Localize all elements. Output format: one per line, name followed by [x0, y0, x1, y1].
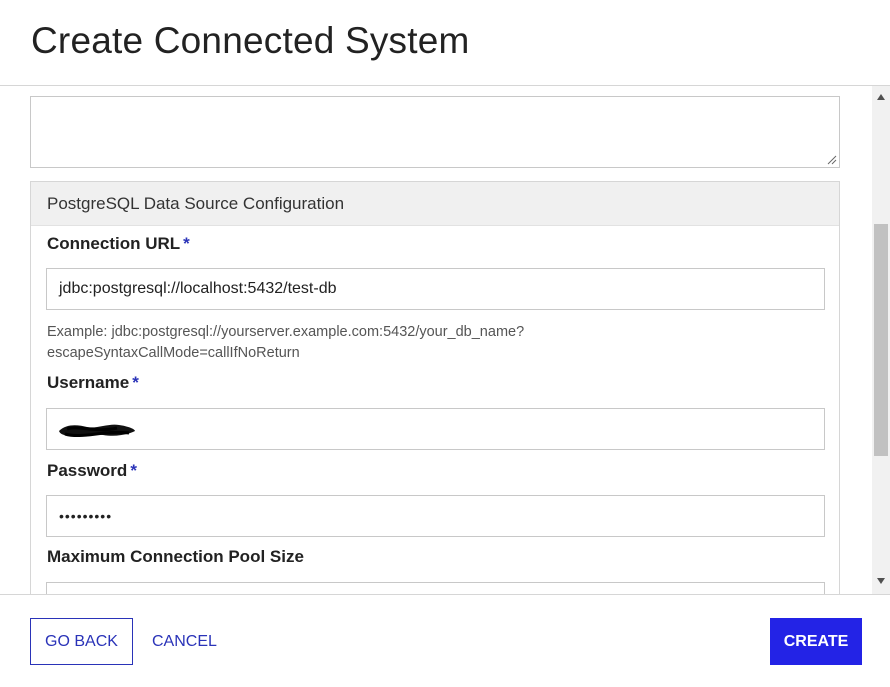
dialog-title: Create Connected System: [31, 20, 470, 61]
resize-grip-icon[interactable]: [827, 155, 837, 165]
scrollbar-thumb[interactable]: [874, 224, 888, 456]
scroll-up-arrow-icon[interactable]: [872, 88, 890, 106]
scroll-down-arrow-icon[interactable]: [872, 572, 890, 590]
required-marker: *: [183, 234, 190, 253]
required-marker: *: [130, 461, 137, 480]
cancel-button[interactable]: CANCEL: [152, 618, 217, 665]
password-input[interactable]: •••••••••: [46, 495, 825, 537]
connection-url-hint-line2: escapeSyntaxCallMode=callIfNoReturn: [47, 345, 300, 361]
password-label: Password *: [47, 461, 137, 481]
connection-url-hint-line1: Example: jdbc:postgresql://yourserver.ex…: [47, 324, 525, 340]
username-input[interactable]: [46, 408, 825, 450]
username-label-text: Username: [47, 373, 130, 392]
required-marker: *: [132, 373, 139, 392]
max-pool-size-input[interactable]: [46, 582, 825, 594]
connection-url-input[interactable]: jdbc:postgresql://localhost:5432/test-db: [46, 268, 825, 310]
max-pool-size-label: Maximum Connection Pool Size: [47, 547, 304, 566]
panel-title: PostgreSQL Data Source Configuration: [31, 182, 839, 226]
dialog-header: Create Connected System: [0, 0, 890, 86]
vertical-scrollbar[interactable]: [872, 86, 890, 594]
redaction-scribble: [59, 424, 135, 438]
dialog-footer: GO BACK CANCEL CREATE: [0, 594, 890, 687]
go-back-button[interactable]: GO BACK: [30, 618, 133, 665]
connection-url-label-text: Connection URL: [47, 234, 181, 253]
connection-url-label: Connection URL *: [47, 234, 190, 254]
description-textarea[interactable]: [30, 96, 840, 168]
postgresql-config-panel: PostgreSQL Data Source Configuration Con…: [30, 181, 840, 594]
create-button[interactable]: CREATE: [770, 618, 862, 665]
password-label-text: Password: [47, 461, 128, 480]
form-scroll-area[interactable]: PostgreSQL Data Source Configuration Con…: [0, 86, 872, 594]
username-label: Username *: [47, 373, 139, 393]
